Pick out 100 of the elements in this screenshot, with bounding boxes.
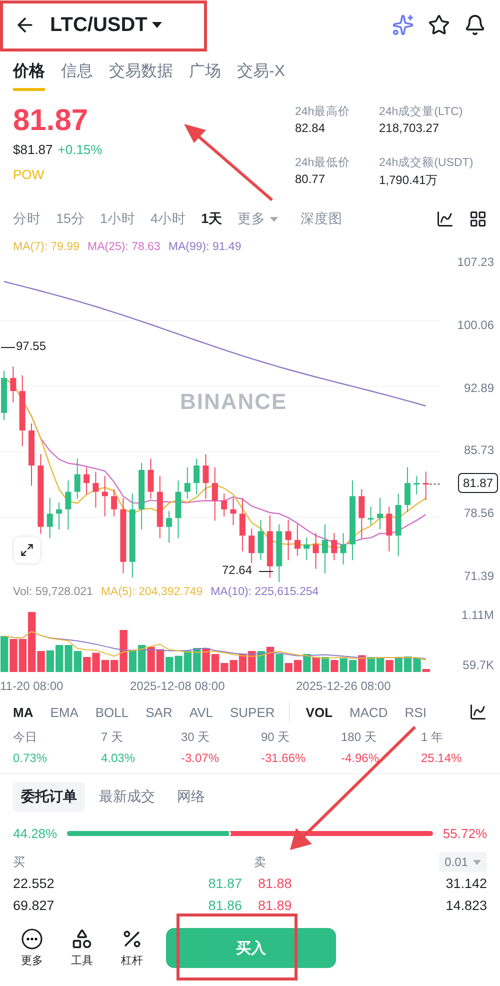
axis-label: 107.23	[457, 255, 494, 269]
period-label: 今日	[13, 729, 38, 746]
candle	[358, 488, 365, 539]
ma-legend: MA(99): 91.49	[168, 240, 242, 252]
tab[interactable]: 信息	[61, 55, 93, 91]
candle	[340, 532, 346, 566]
candle	[148, 458, 154, 500]
tab[interactable]: 交易数据	[109, 55, 173, 91]
ask-price: 81.88	[258, 876, 292, 890]
expand-icon[interactable]	[14, 537, 40, 563]
toolbar-action[interactable]: 更多	[10, 928, 54, 968]
volume-bar	[348, 660, 357, 672]
interval-tab[interactable]: 1小时	[100, 210, 136, 228]
precision-dropdown[interactable]: 0.01	[438, 852, 487, 872]
toolbar-action[interactable]: 工具	[60, 928, 104, 968]
indicator-tab[interactable]: RSI	[404, 704, 426, 720]
candle	[276, 524, 282, 583]
candle	[221, 493, 228, 517]
period-change: -4.96%	[341, 751, 380, 765]
date-label: 2025-12-26 08:00	[296, 679, 391, 693]
candle	[28, 422, 34, 486]
chart-watermark: BINANCE	[180, 389, 288, 415]
tab[interactable]: 交易-X	[237, 55, 285, 91]
candle	[166, 510, 172, 544]
price-line	[429, 484, 440, 485]
candle	[422, 471, 429, 500]
buy-button[interactable]: 买入	[166, 928, 336, 968]
stat-label: 24h最低价	[295, 156, 352, 170]
volume-bar	[266, 646, 274, 672]
interval-tab[interactable]: 分时	[13, 210, 41, 228]
ma-legend: MA(25): 78.63	[87, 240, 160, 252]
date-label: 2025-12-08 08:00	[130, 679, 225, 693]
candle	[331, 532, 338, 561]
candle	[56, 502, 62, 530]
candle	[414, 476, 420, 495]
candle	[111, 488, 118, 517]
sell-ratio: 55.72%	[442, 826, 487, 840]
chart-line-icon[interactable]	[469, 703, 487, 721]
axis-label: 85.73	[464, 443, 494, 458]
bid-header: 买	[13, 854, 26, 870]
bid-price: 81.87	[208, 876, 242, 890]
indicator-tab[interactable]: BOLL	[95, 704, 129, 720]
orderbook-tab[interactable]: 网络	[169, 782, 213, 812]
tab[interactable]: 价格	[13, 55, 45, 91]
candle	[46, 497, 53, 539]
interval-tab[interactable]: 4小时	[150, 210, 186, 228]
candle	[212, 466, 218, 522]
high-price-marker: 97.55	[16, 338, 46, 353]
stat-value: 218,703.27	[379, 121, 440, 135]
axis-label: 71.39	[464, 568, 494, 583]
stat-label: 24h成交量(LTC)	[379, 104, 464, 119]
volume-legend: MA(5): 204,392.749	[100, 586, 203, 598]
candle	[138, 462, 145, 530]
period-change: 4.03%	[101, 751, 136, 765]
indicator-tab[interactable]: VOL	[306, 704, 333, 720]
interval-tab[interactable]: 15分	[56, 210, 86, 228]
interval-tab[interactable]: 深度图	[300, 210, 343, 228]
leader-line	[259, 571, 273, 572]
indicator-tab[interactable]: SUPER	[230, 704, 275, 720]
indicator-tab[interactable]: AVL	[189, 704, 213, 720]
period-change: -3.07%	[181, 751, 220, 765]
stat-value: 1,790.41万	[379, 172, 439, 188]
interval-tab[interactable]: 1天	[201, 210, 223, 228]
volume-legend: MA(10): 225,615.254	[210, 586, 319, 598]
pair-title[interactable]: LTC/USDT	[50, 14, 148, 36]
candle	[194, 458, 200, 495]
interval-tab[interactable]: 更多	[238, 210, 278, 228]
ask-quantity: 14.823	[446, 898, 487, 912]
grid-icon[interactable]	[469, 210, 487, 228]
candle	[230, 497, 236, 526]
indicator-tab[interactable]: MACD	[350, 704, 388, 720]
ma-legend: MA(7): 79.99	[13, 240, 80, 252]
period-label: 1 年	[421, 729, 444, 746]
percent-icon	[121, 928, 143, 950]
ai-sparkle-icon[interactable]	[392, 14, 414, 36]
orderbook-tab[interactable]: 委托订单	[13, 782, 85, 812]
stat-label: 24h最高价	[295, 104, 352, 119]
axis-label: 1.11M	[462, 608, 494, 622]
stat-value: 82.84	[295, 121, 326, 135]
candle	[102, 476, 108, 517]
tab[interactable]: 广场	[189, 55, 221, 91]
chart-settings-icon[interactable]	[436, 210, 454, 228]
toolbar-action[interactable]: 杠杆	[110, 928, 154, 968]
leader-line	[1, 346, 15, 348]
candle	[156, 476, 163, 539]
volume-bar	[74, 651, 82, 672]
indicator-tab[interactable]: MA	[13, 704, 34, 720]
bell-icon[interactable]	[464, 14, 486, 36]
indicator-tab[interactable]: EMA	[50, 704, 78, 720]
candle	[258, 519, 264, 561]
axis-label: 59.7K	[462, 658, 494, 672]
indicator-tab[interactable]: SAR	[146, 704, 172, 720]
star-icon[interactable]	[428, 14, 450, 36]
axis-label: 92.89	[464, 380, 494, 395]
orderbook-tab[interactable]: 最新成交	[91, 782, 163, 812]
candle	[304, 536, 310, 561]
volume-bar	[376, 657, 384, 672]
volume-legend: Vol: 59,728.021	[13, 586, 93, 598]
axis-label: 100.06	[457, 318, 494, 332]
caret-icon[interactable]	[152, 22, 162, 28]
